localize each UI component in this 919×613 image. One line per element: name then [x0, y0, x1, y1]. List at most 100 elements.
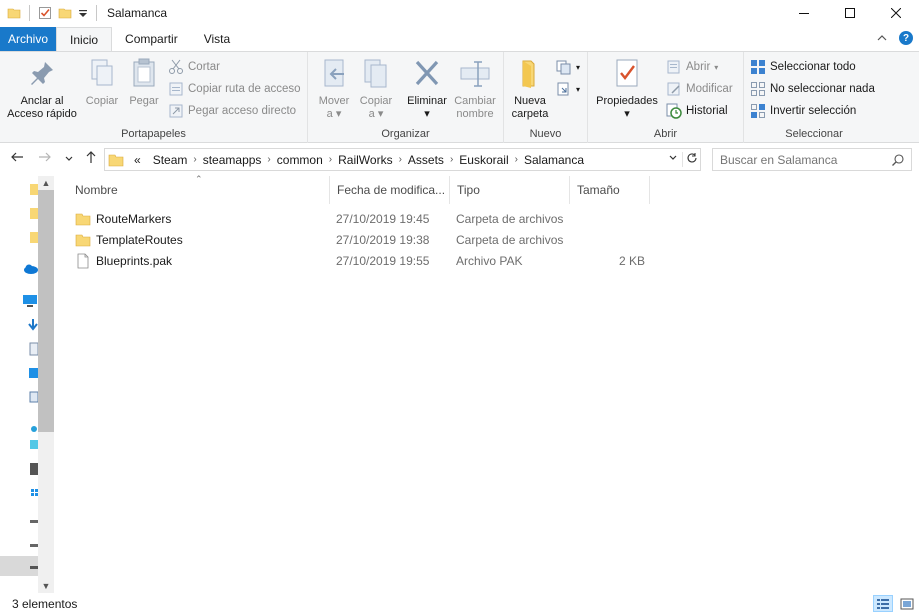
scroll-up-button[interactable]: ▲ [38, 176, 54, 190]
properties-button[interactable]: Propiedades ▾ [592, 56, 662, 121]
music-icon[interactable] [28, 422, 38, 436]
maximize-button[interactable] [827, 0, 873, 25]
open-button[interactable]: Abrir ▾ [666, 58, 718, 76]
copy-button[interactable]: Copiar [82, 56, 122, 108]
onedrive-icon[interactable] [22, 262, 38, 276]
history-button[interactable]: Historial [666, 102, 728, 120]
quick-access-folder-icon[interactable] [28, 230, 38, 244]
breadcrumb-railworks[interactable]: RailWorks [332, 153, 398, 167]
customize-toolbar-icon[interactable] [78, 6, 88, 20]
quick-access-folder-icon[interactable] [28, 182, 38, 196]
file-name: TemplateRoutes [96, 233, 183, 247]
breadcrumb-salamanca[interactable]: Salamanca [518, 153, 590, 167]
minimize-button[interactable] [781, 0, 827, 25]
tab-archivo[interactable]: Archivo [0, 27, 57, 51]
minimize-icon [799, 12, 809, 14]
history-icon [666, 103, 682, 119]
downloads-icon[interactable] [28, 318, 38, 332]
search-icon[interactable] [891, 153, 905, 167]
properties-icon [616, 59, 638, 87]
paste-shortcut-button[interactable]: Pegar acceso directo [168, 102, 296, 120]
recent-locations-button[interactable] [64, 151, 74, 167]
quick-access-folder-icon[interactable] [28, 206, 38, 220]
search-input[interactable] [720, 152, 890, 167]
large-icons-view-button[interactable] [897, 595, 917, 612]
select-none-label: No seleccionar nada [770, 83, 875, 95]
copy-icon [91, 59, 113, 86]
tab-vista[interactable]: Vista [191, 27, 243, 51]
column-header-date[interactable]: Fecha de modifica... [330, 176, 450, 204]
file-date: 27/10/2019 19:38 [336, 233, 430, 247]
file-row[interactable]: Blueprints.pak 27/10/2019 19:55 Archivo … [68, 251, 668, 272]
tab-inicio[interactable]: Inicio [56, 27, 113, 51]
help-icon[interactable]: ? [899, 31, 913, 45]
navigation-pane-scrollbar[interactable]: ▲ ▼ [38, 176, 54, 593]
copy-path-button[interactable]: Copiar ruta de acceso [168, 80, 301, 98]
group-organizar: Mover a ▾ Copiar a ▾ Eliminar ▾ Cambiar n… [308, 52, 504, 143]
column-header-name[interactable]: Nombre [68, 176, 330, 204]
chevron-down-icon [669, 155, 677, 160]
invert-selection-button[interactable]: Invertir selección [750, 102, 856, 120]
drive-icon[interactable] [28, 560, 38, 574]
videos-icon[interactable] [28, 462, 38, 476]
breadcrumb-common[interactable]: common [271, 153, 329, 167]
column-header-size[interactable]: Tamaño [570, 176, 650, 204]
select-none-button[interactable]: No seleccionar nada [750, 80, 875, 98]
new-folder-icon[interactable] [58, 6, 72, 20]
move-to-icon [324, 59, 344, 87]
copy-to-button[interactable]: Copiar a ▾ [356, 56, 396, 121]
objects-3d-icon[interactable] [28, 438, 38, 452]
easy-access-button[interactable]: ▾ [556, 80, 580, 98]
rename-label-1: Cambiar [454, 95, 496, 107]
edit-button[interactable]: Modificar [666, 80, 733, 98]
drive-icon[interactable] [28, 514, 38, 528]
up-button[interactable] [84, 150, 98, 167]
file-row[interactable]: TemplateRoutes 27/10/2019 19:38 Carpeta … [68, 230, 668, 251]
breadcrumb-euskorail[interactable]: Euskorail [453, 153, 514, 167]
address-bar-actions [664, 149, 700, 170]
tab-compartir[interactable]: Compartir [112, 27, 191, 51]
new-item-button[interactable]: ▾ [556, 58, 580, 76]
breadcrumb-steam[interactable]: Steam [147, 153, 194, 167]
details-view-button[interactable] [873, 595, 893, 612]
scrollbar-thumb[interactable] [38, 190, 54, 432]
select-all-label: Seleccionar todo [770, 61, 856, 73]
back-button[interactable] [10, 150, 24, 167]
cut-button[interactable]: Cortar [168, 58, 220, 76]
desktop-icon[interactable] [28, 366, 38, 380]
file-row[interactable]: RouteMarkers 27/10/2019 19:45 Carpeta de… [68, 209, 668, 230]
breadcrumb-overflow[interactable]: « [128, 153, 147, 167]
breadcrumb-assets[interactable]: Assets [402, 153, 450, 167]
paste-button[interactable]: Pegar [124, 56, 164, 108]
move-to-label-1: Mover [318, 95, 350, 107]
pictures-icon[interactable] [28, 390, 38, 404]
address-bar[interactable]: « Steam › steamapps › common › RailWorks… [104, 148, 701, 171]
refresh-button[interactable] [682, 152, 700, 167]
pin-quick-access-button[interactable]: Anclar al Acceso rápido [4, 56, 80, 121]
collapse-ribbon-icon[interactable] [877, 34, 887, 42]
select-all-button[interactable]: Seleccionar todo [750, 58, 856, 76]
this-pc-icon[interactable] [22, 294, 38, 308]
drive-icon[interactable] [28, 538, 38, 552]
easy-access-dropdown-icon: ▾ [576, 84, 581, 94]
rename-button[interactable]: Cambiar nombre [452, 56, 498, 121]
move-to-button[interactable]: Mover a ▾ [314, 56, 354, 121]
breadcrumb-steamapps[interactable]: steamapps [197, 153, 268, 167]
file-size: 2 KB [619, 254, 646, 268]
status-bar: 3 elementos [0, 595, 919, 613]
search-box[interactable] [712, 148, 912, 171]
new-folder-button[interactable]: Nueva carpeta [508, 56, 552, 121]
paste-icon [133, 58, 155, 87]
windows-drive-icon[interactable] [28, 486, 38, 500]
forward-button[interactable] [38, 150, 52, 167]
arrow-up-icon [86, 151, 96, 163]
delete-button[interactable]: Eliminar ▾ [404, 56, 450, 121]
address-history-button[interactable] [664, 153, 682, 166]
scroll-down-button[interactable]: ▼ [38, 579, 54, 593]
column-header-name-label: Nombre [75, 183, 118, 197]
close-button[interactable] [873, 0, 919, 25]
documents-icon[interactable] [28, 342, 38, 356]
properties-check-icon[interactable] [38, 6, 52, 20]
invert-selection-icon [751, 104, 765, 118]
column-header-type[interactable]: Tipo [450, 176, 570, 204]
